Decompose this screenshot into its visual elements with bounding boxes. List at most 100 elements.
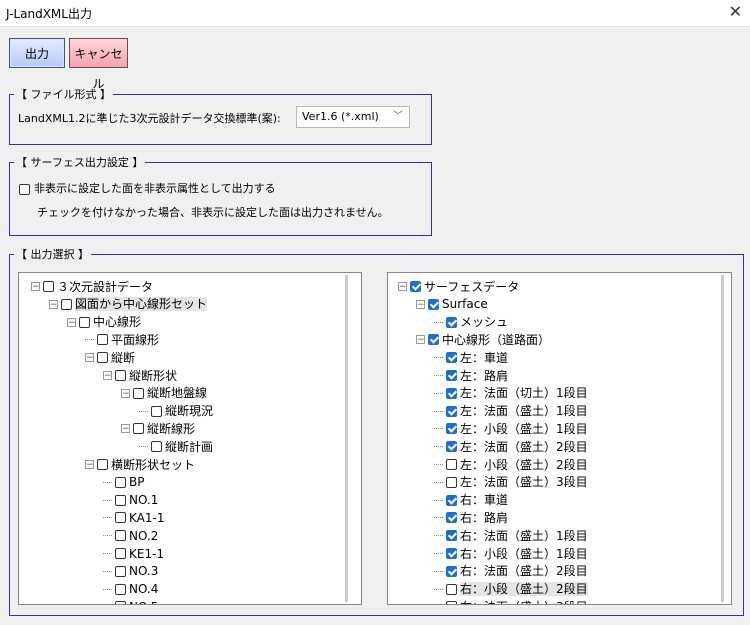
tree-node[interactable]: − 中心線形 xyxy=(67,313,141,331)
tree-node[interactable]: 右：路肩 xyxy=(434,508,508,526)
tree-node[interactable]: 左：小段（盛土）1段目 xyxy=(434,419,588,437)
scrollbar[interactable] xyxy=(345,275,348,602)
tree-node[interactable]: − 横断形状セット xyxy=(85,455,195,473)
tree-node[interactable]: − Surface xyxy=(416,295,488,313)
tree-node[interactable]: 左：法面（盛土）1段目 xyxy=(434,402,588,420)
tree-node-checkbox[interactable] xyxy=(115,565,126,577)
collapse-icon[interactable]: − xyxy=(103,371,112,381)
tree-node[interactable]: BP xyxy=(103,473,144,491)
tree-node-checkbox[interactable] xyxy=(97,459,108,470)
tree-node[interactable]: NO.1 xyxy=(103,491,158,509)
tree-node-checkbox[interactable] xyxy=(446,565,457,577)
tree-node-checkbox[interactable] xyxy=(428,298,439,310)
tree-node-checkbox[interactable] xyxy=(446,423,457,435)
tree-node-checkbox[interactable] xyxy=(115,583,126,595)
tree-node[interactable]: NO.2 xyxy=(103,526,158,544)
tree-node[interactable]: 平面線形 xyxy=(85,330,159,348)
tree-node[interactable]: メッシュ xyxy=(434,313,508,331)
tree-node-checkbox[interactable] xyxy=(115,370,126,381)
collapse-icon[interactable]: − xyxy=(49,299,58,309)
tree-node-checkbox[interactable] xyxy=(133,423,144,435)
tree-node-checkbox[interactable] xyxy=(115,476,126,488)
tree-node-checkbox[interactable] xyxy=(446,405,457,417)
tree-node[interactable]: 右：車道 xyxy=(434,491,508,509)
tree-node-checkbox[interactable] xyxy=(115,494,126,506)
tree-node[interactable]: 縦断現況 xyxy=(139,402,213,420)
tree-node-checkbox[interactable] xyxy=(428,334,439,346)
tree-node[interactable]: 右：小段（盛土）1段目 xyxy=(434,544,588,562)
tree-node-checkbox[interactable] xyxy=(446,583,457,595)
tree-node-checkbox[interactable] xyxy=(446,387,457,399)
collapse-icon[interactable]: − xyxy=(85,353,94,363)
tree-node[interactable]: KA1-1 xyxy=(103,508,164,526)
tree-node[interactable]: 右：小段（盛土）2段目 xyxy=(434,580,588,598)
output-button[interactable]: 出力 xyxy=(9,38,65,68)
cancel-button[interactable]: キャンセル xyxy=(69,38,128,91)
tree-node-checkbox[interactable] xyxy=(446,459,457,470)
collapse-icon[interactable]: − xyxy=(416,335,425,345)
tree-node-checkbox[interactable] xyxy=(446,476,457,488)
hidden-attribute-option[interactable]: 非表示に設定した面を非表示属性として出力する xyxy=(19,180,276,196)
tree-node-checkbox[interactable] xyxy=(446,548,457,559)
tree-node[interactable]: NO.5 xyxy=(103,597,158,604)
tree-node-checkbox[interactable] xyxy=(446,530,457,542)
tree-node[interactable]: − 縦断 xyxy=(85,348,135,366)
version-select[interactable]: Ver1.6 (*.xml) ﹀ xyxy=(296,106,410,128)
tree-node[interactable]: − ３次元設計データ xyxy=(31,277,153,295)
tree-node-checkbox[interactable] xyxy=(97,352,108,364)
surface-data-tree[interactable]: − サーフェスデータ − Surface メッシュ − 中心線形（道路面） 左：車道 左：路肩左… xyxy=(387,272,732,605)
tree-node-label: NO.4 xyxy=(129,582,159,597)
tree-node[interactable]: 左：車道 xyxy=(434,348,508,366)
tree-node[interactable]: NO.4 xyxy=(103,580,158,598)
close-icon[interactable]: ✕ xyxy=(729,2,742,21)
hidden-attribute-checkbox[interactable] xyxy=(19,183,30,195)
tree-node[interactable]: 縦断計画 xyxy=(139,437,213,455)
tree-node[interactable]: 右：法面（盛土）2段目 xyxy=(434,562,588,580)
tree-node-label: 左：小段（盛土）1段目 xyxy=(460,421,588,436)
tree-node[interactable]: − サーフェスデータ xyxy=(398,277,519,295)
tree-node-checkbox[interactable] xyxy=(115,548,126,559)
tree-node[interactable]: 左：小段（盛土）2段目 xyxy=(434,455,588,473)
tree-node-checkbox[interactable] xyxy=(79,316,90,328)
tree-node-checkbox[interactable] xyxy=(446,512,457,524)
tree-node[interactable]: 左：法面（盛土）3段目 xyxy=(434,473,588,491)
tree-node-checkbox[interactable] xyxy=(446,601,457,604)
tree-node-checkbox[interactable] xyxy=(43,281,54,292)
collapse-icon[interactable]: − xyxy=(67,317,76,327)
tree-node[interactable]: 左：路肩 xyxy=(434,366,508,384)
collapse-icon[interactable]: − xyxy=(416,299,425,309)
tree-node[interactable]: − 縦断線形 xyxy=(121,419,195,437)
scrollbar[interactable] xyxy=(721,275,724,602)
tree-node[interactable]: KE1-1 xyxy=(103,544,164,562)
collapse-icon[interactable]: − xyxy=(121,424,130,434)
collapse-icon[interactable]: − xyxy=(398,282,407,292)
tree-node-checkbox[interactable] xyxy=(115,530,126,542)
tree-node-checkbox[interactable] xyxy=(446,441,457,453)
collapse-icon[interactable]: − xyxy=(31,282,40,292)
tree-node-checkbox[interactable] xyxy=(133,387,144,399)
tree-node[interactable]: − 縦断地盤線 xyxy=(121,384,207,402)
tree-node[interactable]: − 図面から中心線形セット xyxy=(49,295,208,313)
tree-node-label: 左：小段（盛土）2段目 xyxy=(460,457,588,472)
tree-node-checkbox[interactable] xyxy=(151,405,162,417)
tree-node-checkbox[interactable] xyxy=(446,494,457,506)
tree-node-checkbox[interactable] xyxy=(446,316,457,328)
tree-node-checkbox[interactable] xyxy=(446,370,457,381)
tree-node[interactable]: 右：法面（盛土）1段目 xyxy=(434,526,588,544)
tree-node-checkbox[interactable] xyxy=(446,352,457,364)
tree-node-checkbox[interactable] xyxy=(115,512,126,524)
tree-node-checkbox[interactable] xyxy=(61,298,72,310)
tree-node-checkbox[interactable] xyxy=(115,601,126,604)
design-data-tree[interactable]: − ３次元設計データ − 図面から中心線形セット − 中心線形 平面線形 − 縦断 − 縦断形状 − 縦… xyxy=(18,272,362,605)
tree-node[interactable]: − 中心線形（道路面） xyxy=(416,330,550,348)
tree-node[interactable]: 右：法面（盛土）3段目 xyxy=(434,597,588,604)
tree-node[interactable]: 左：法面（切土）1段目 xyxy=(434,384,588,402)
tree-node[interactable]: 左：法面（盛土）2段目 xyxy=(434,437,588,455)
collapse-icon[interactable]: − xyxy=(85,460,94,470)
tree-node-checkbox[interactable] xyxy=(97,334,108,346)
collapse-icon[interactable]: − xyxy=(121,388,130,398)
tree-node-checkbox[interactable] xyxy=(410,281,421,292)
tree-node[interactable]: NO.3 xyxy=(103,562,158,580)
tree-node-checkbox[interactable] xyxy=(151,441,162,453)
tree-node[interactable]: − 縦断形状 xyxy=(103,366,177,384)
